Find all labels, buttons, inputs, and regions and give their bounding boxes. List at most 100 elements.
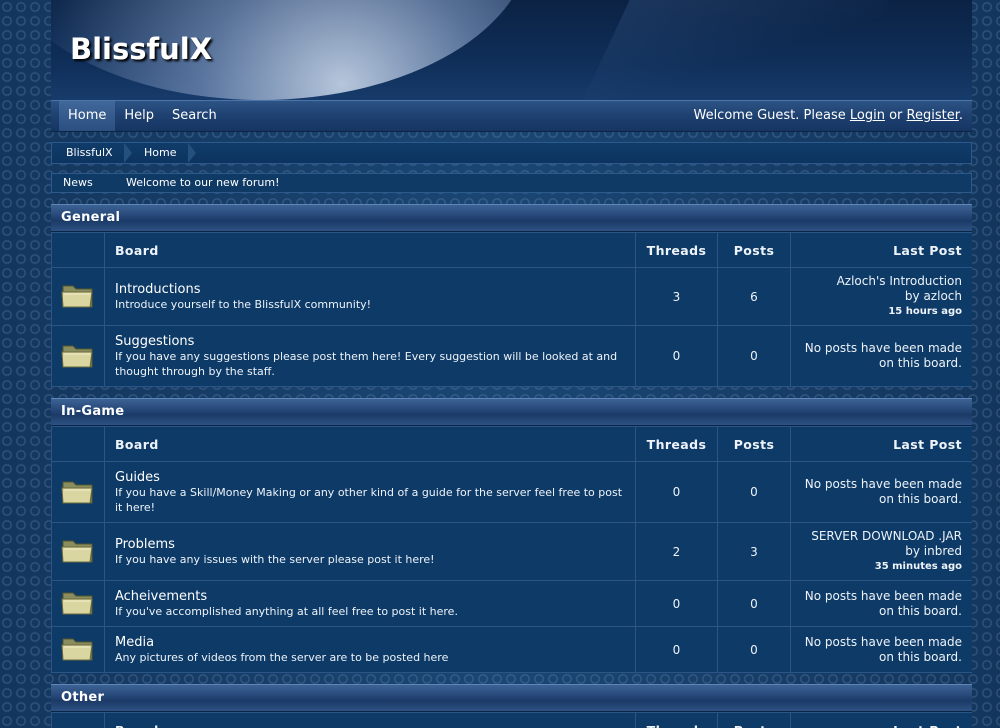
post-count: 6 [717, 267, 791, 326]
board-row: Media Any pictures of videos from the se… [51, 626, 972, 673]
news-text: Welcome to our new forum! [126, 176, 280, 189]
folder-icon [61, 477, 95, 508]
register-link[interactable]: Register [907, 108, 959, 123]
last-post-cell: SERVER DOWNLOAD .JAR by inbred 35 minute… [790, 522, 972, 581]
welcome-prefix: Welcome Guest. Please [693, 108, 850, 123]
news-label: News [63, 176, 93, 189]
board-icon-cell [51, 461, 105, 523]
threads-header: Threads [635, 232, 718, 268]
last-post-cell: No posts have been made on this board. [790, 580, 972, 627]
nav-search[interactable]: Search [163, 101, 226, 131]
breadcrumb-separator [188, 143, 196, 163]
table-header-row: Board Threads Posts Last Post [51, 232, 972, 268]
board-info: Guides If you have a Skill/Money Making … [104, 461, 636, 523]
last-post-header: Last Post [790, 426, 972, 462]
board-info: Introductions Introduce yourself to the … [104, 267, 636, 326]
breadcrumb-site[interactable]: BlissfulX [52, 143, 127, 163]
board-icon-cell [51, 580, 105, 627]
last-post-time: 35 minutes ago [874, 561, 962, 572]
board-link-media[interactable]: Media [115, 635, 625, 650]
board-description: If you've accomplished anything at all f… [115, 604, 458, 618]
icon-header [51, 712, 105, 728]
page-wrapper: BlissfulX Home Help Search Welcome Guest. … [51, 0, 972, 728]
category-title[interactable]: In-Game [51, 398, 972, 426]
last-post-title[interactable]: Azloch's Introduction [792, 274, 962, 289]
board-row: Suggestions If you have any suggestions … [51, 325, 972, 387]
table-header-row: Board Threads Posts Last Post [51, 712, 972, 728]
breadcrumb: BlissfulX Home [51, 142, 972, 164]
board-row: Acheivements If you've accomplished anyt… [51, 580, 972, 627]
welcome-or: or [884, 108, 907, 123]
board-icon-cell [51, 267, 105, 326]
news-bar: News Welcome to our new forum! [51, 173, 972, 193]
board-icon-cell [51, 325, 105, 387]
nav-help[interactable]: Help [115, 101, 163, 131]
thread-count: 2 [635, 522, 718, 581]
board-header: Board [104, 426, 636, 462]
last-post-title[interactable]: SERVER DOWNLOAD .JAR [792, 529, 962, 544]
last-post-author[interactable]: by azloch [792, 289, 962, 304]
folder-icon [61, 634, 95, 665]
no-posts-line1: No posts have been made [804, 588, 962, 603]
boards-table: Board Threads Posts Last Post [51, 712, 972, 728]
welcome-message: Welcome Guest. Please Login or Register. [693, 101, 963, 131]
post-count: 3 [717, 522, 791, 581]
board-description: Introduce yourself to the BlissfulX comm… [115, 297, 372, 311]
main-nav: Home Help Search Welcome Guest. Please Log… [51, 100, 972, 132]
login-link[interactable]: Login [850, 108, 885, 123]
nav-home[interactable]: Home [59, 101, 116, 131]
board-row: Guides If you have a Skill/Money Making … [51, 461, 972, 523]
site-logo[interactable]: BlissfulX [70, 32, 212, 66]
boards-table: Board Threads Posts Last Post Introducti… [51, 232, 972, 387]
post-count: 0 [717, 461, 791, 523]
post-count: 0 [717, 580, 791, 627]
header-beam [573, 0, 909, 100]
no-posts-line1: No posts have been made [804, 634, 962, 649]
no-posts-line2: on this board. [879, 492, 962, 506]
no-posts-line1: No posts have been made [804, 477, 962, 491]
board-header: Board [104, 712, 636, 728]
board-description: If you have a Skill/Money Making or any … [115, 485, 623, 514]
threads-header: Threads [635, 426, 718, 462]
last-post-header: Last Post [790, 232, 972, 268]
board-info: Media Any pictures of videos from the se… [104, 626, 636, 673]
board-header: Board [104, 232, 636, 268]
posts-header: Posts [717, 426, 791, 462]
last-post-time: 15 hours ago [888, 306, 962, 317]
breadcrumb-home[interactable]: Home [130, 143, 190, 163]
board-icon-cell [51, 522, 105, 581]
thread-count: 0 [635, 580, 718, 627]
category-in-game: In-Game Board Threads Posts Last Post Gu… [51, 398, 972, 673]
threads-header: Threads [635, 712, 718, 728]
board-info: Suggestions If you have any suggestions … [104, 325, 636, 387]
board-row: Introductions Introduce yourself to the … [51, 267, 972, 326]
board-link-problems[interactable]: Problems [115, 537, 625, 552]
category-general: General Board Threads Posts Last Post In… [51, 204, 972, 387]
post-count: 0 [717, 626, 791, 673]
post-count: 0 [717, 325, 791, 387]
last-post-author[interactable]: by inbred [792, 544, 962, 559]
board-link-introductions[interactable]: Introductions [115, 282, 625, 297]
board-icon-cell [51, 626, 105, 673]
thread-count: 0 [635, 325, 718, 387]
folder-icon [61, 341, 95, 372]
no-posts-line1: No posts have been made [804, 341, 962, 355]
board-link-suggestions[interactable]: Suggestions [115, 334, 625, 349]
boards-table: Board Threads Posts Last Post Guides If … [51, 426, 972, 673]
category-title[interactable]: Other [51, 684, 972, 712]
last-post-cell: No posts have been made on this board. [790, 626, 972, 673]
last-post-cell: No posts have been made on this board. [790, 461, 972, 523]
board-row: Problems If you have any issues with the… [51, 522, 972, 581]
board-link-guides[interactable]: Guides [115, 470, 625, 485]
thread-count: 0 [635, 461, 718, 523]
no-posts-line2: on this board. [879, 356, 962, 370]
no-posts-line2: on this board. [879, 603, 962, 618]
category-other: Other Board Threads Posts Last Post [51, 684, 972, 728]
last-post-header: Last Post [790, 712, 972, 728]
posts-header: Posts [717, 712, 791, 728]
board-link-acheivements[interactable]: Acheivements [115, 589, 625, 604]
thread-count: 0 [635, 626, 718, 673]
board-info: Acheivements If you've accomplished anyt… [104, 580, 636, 627]
category-title[interactable]: General [51, 204, 972, 232]
table-header-row: Board Threads Posts Last Post [51, 426, 972, 462]
